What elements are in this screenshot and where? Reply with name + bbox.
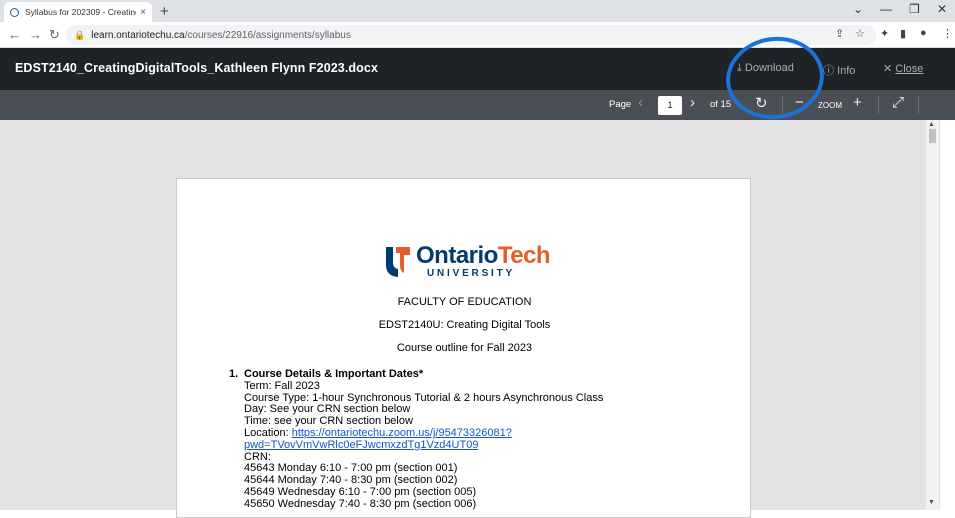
scrollbar-thumb[interactable] bbox=[929, 129, 936, 143]
profile-icon[interactable]: ● bbox=[920, 27, 927, 39]
menu-icon[interactable]: ⋮ bbox=[942, 27, 953, 40]
next-page-icon[interactable]: › bbox=[690, 94, 695, 111]
toolbar-divider bbox=[918, 96, 919, 114]
outline-heading: Course outline for Fall 2023 bbox=[396, 342, 533, 354]
info-icon: ⓘ bbox=[823, 65, 838, 77]
toolbar-divider bbox=[878, 96, 879, 114]
logo-subtitle: UNIVERSITY bbox=[427, 268, 516, 279]
scroll-up-icon[interactable]: ▲ bbox=[928, 121, 935, 128]
term-line: Term: Fall 2023 bbox=[244, 379, 320, 392]
forward-icon[interactable]: → bbox=[29, 27, 42, 42]
favicon-icon bbox=[10, 7, 19, 17]
page-number-input[interactable]: 1 bbox=[658, 96, 682, 115]
faculty-heading: FACULTY OF EDUCATION bbox=[397, 296, 532, 308]
info-label: Info bbox=[837, 65, 856, 77]
side-panel-icon[interactable]: ▮ bbox=[900, 27, 906, 40]
vertical-scrollbar[interactable]: ▲ ▼ bbox=[926, 120, 939, 510]
document-page: OntarioTech UNIVERSITY FACULTY OF EDUCAT… bbox=[176, 178, 751, 518]
crn-line: 45649 Wednesday 6:10 - 7:00 pm (section … bbox=[244, 485, 477, 498]
close-button[interactable]: ✕ Close bbox=[883, 62, 923, 75]
lock-icon: 🔒 bbox=[74, 29, 86, 40]
logo-word-tech: Tech bbox=[497, 242, 551, 269]
share-icon[interactable]: ⇪ bbox=[835, 27, 844, 40]
minimize-icon[interactable]: — bbox=[880, 2, 892, 16]
url-path: /courses/22916/assignments/syllabus bbox=[184, 29, 351, 41]
zoom-in-icon[interactable]: + bbox=[853, 94, 862, 111]
page-total: of 15 bbox=[710, 99, 732, 110]
course-heading: EDST2140U: Creating Digital Tools bbox=[378, 319, 551, 331]
url-host: learn.ontariotechu.ca bbox=[91, 29, 185, 41]
tab-close-icon[interactable]: × bbox=[140, 7, 146, 18]
page-label: Page bbox=[609, 99, 632, 110]
zoom-label: ZOOM bbox=[818, 101, 842, 110]
ontario-tech-logo: OntarioTech UNIVERSITY bbox=[384, 243, 554, 283]
tab-title: Syllabus for 202309 - Creating D bbox=[25, 7, 137, 17]
browser-chrome: Syllabus for 202309 - Creating D × + ⌄ —… bbox=[0, 0, 955, 48]
back-icon[interactable]: ← bbox=[8, 27, 21, 42]
scroll-down-icon[interactable]: ▼ bbox=[928, 499, 935, 506]
previous-page-icon[interactable]: ‹ bbox=[638, 94, 643, 111]
fullscreen-icon[interactable]: ⤢ bbox=[892, 94, 904, 111]
location-line: Location: https://ontariotechu.zoom.us/j… bbox=[244, 426, 704, 452]
tab-search-icon[interactable]: ⌄ bbox=[853, 2, 863, 16]
new-tab-button[interactable]: + bbox=[160, 3, 169, 20]
close-icon: ✕ bbox=[883, 63, 896, 75]
location-label: Location: bbox=[244, 426, 292, 439]
close-label: Close bbox=[895, 63, 924, 75]
maximize-icon[interactable]: ❐ bbox=[909, 2, 920, 16]
reload-icon[interactable]: ↻ bbox=[49, 27, 60, 43]
tab-strip: Syllabus for 202309 - Creating D × + ⌄ —… bbox=[0, 0, 955, 22]
toolbar: ← → ↻ 🔒 learn.ontariotechu.ca/courses/22… bbox=[0, 22, 955, 48]
crn-line: 45650 Wednesday 7:40 - 8:30 pm (section … bbox=[244, 497, 477, 510]
extensions-icon[interactable]: ✦ bbox=[880, 27, 889, 40]
close-window-icon[interactable]: ✕ bbox=[937, 2, 947, 16]
bookmark-star-icon[interactable]: ☆ bbox=[855, 27, 865, 40]
browser-tab[interactable]: Syllabus for 202309 - Creating D × bbox=[4, 2, 152, 22]
info-button[interactable]: ⓘ Info bbox=[823, 62, 855, 78]
logo-mark-icon bbox=[386, 247, 410, 277]
section-number: 1. bbox=[229, 368, 239, 380]
document-title: EDST2140_CreatingDigitalTools_Kathleen F… bbox=[15, 61, 379, 75]
logo-word-ontario: Ontario bbox=[416, 242, 498, 269]
logo-wordmark: OntarioTech bbox=[416, 242, 551, 269]
